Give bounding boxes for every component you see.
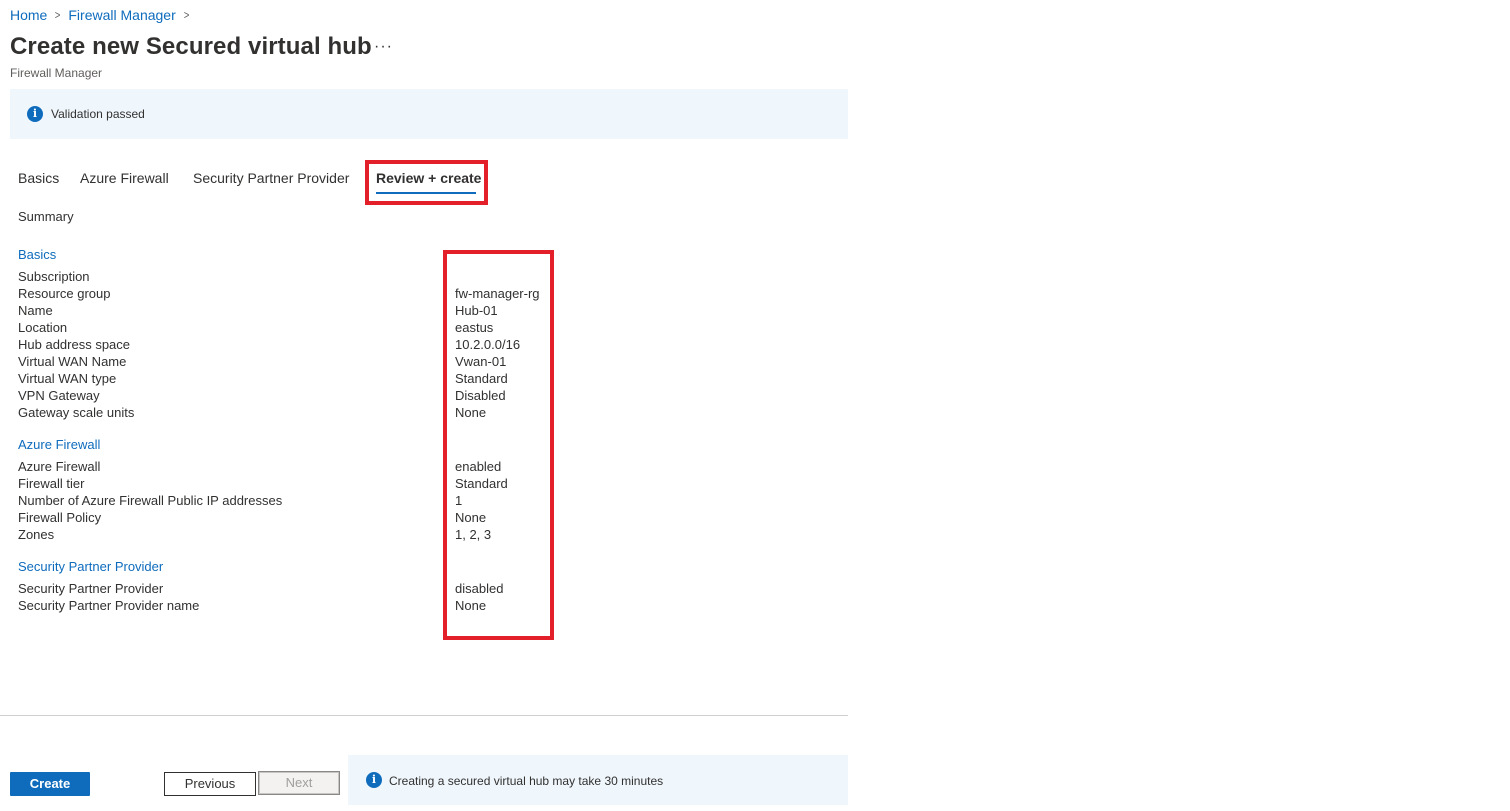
more-options-icon[interactable]: ··· <box>374 38 393 56</box>
label-security-partner-provider: Security Partner Provider <box>18 581 164 596</box>
tab-security-partner-provider[interactable]: Security Partner Provider <box>193 170 349 186</box>
label-azure-firewall: Azure Firewall <box>18 459 101 474</box>
footer-divider <box>0 715 848 716</box>
label-location: Location <box>18 320 68 335</box>
info-icon: i <box>27 106 43 122</box>
label-resource-group: Resource group <box>18 286 111 301</box>
label-firewall-tier: Firewall tier <box>18 476 85 491</box>
label-gateway-scale-units: Gateway scale units <box>18 405 135 420</box>
label-subscription: Subscription <box>18 269 90 284</box>
label-public-ip-count: Number of Azure Firewall Public IP addre… <box>18 493 283 508</box>
section-heading-azure-firewall: Azure Firewall <box>18 437 101 452</box>
label-hub-address-space: Hub address space <box>18 337 131 352</box>
section-heading-security-partner-provider: Security Partner Provider <box>18 559 164 574</box>
next-button: Next <box>258 771 340 795</box>
page-subtitle: Firewall Manager <box>10 66 103 80</box>
info-icon: i <box>366 772 382 788</box>
label-virtual-wan-name: Virtual WAN Name <box>18 354 127 369</box>
validation-text: Validation passed <box>51 107 145 121</box>
label-firewall-policy: Firewall Policy <box>18 510 102 525</box>
page-title: Create new Secured virtual hub <box>10 33 372 60</box>
label-virtual-wan-type: Virtual WAN type <box>18 371 117 386</box>
breadcrumb-home-link[interactable]: Home <box>10 7 47 23</box>
chevron-right-icon: > <box>183 8 190 22</box>
summary-label: Summary <box>18 209 74 224</box>
creation-time-note: i Creating a secured virtual hub may tak… <box>348 755 848 805</box>
chevron-right-icon: > <box>55 8 61 22</box>
label-vpn-gateway: VPN Gateway <box>18 388 100 403</box>
label-zones: Zones <box>18 527 55 542</box>
tab-azure-firewall[interactable]: Azure Firewall <box>80 170 169 186</box>
section-heading-basics: Basics <box>18 247 57 262</box>
tab-highlight-box <box>365 160 488 205</box>
values-highlight-box <box>443 250 554 640</box>
creation-time-text: Creating a secured virtual hub may take … <box>389 774 664 788</box>
tab-basics[interactable]: Basics <box>18 170 59 186</box>
create-button[interactable]: Create <box>10 772 90 796</box>
breadcrumb-firewall-manager-link[interactable]: Firewall Manager <box>68 7 175 23</box>
label-security-partner-provider-name: Security Partner Provider name <box>18 598 200 613</box>
validation-banner: i Validation passed <box>10 89 848 139</box>
previous-button[interactable]: Previous <box>164 772 256 796</box>
breadcrumb: Home > Firewall Manager > <box>10 7 197 23</box>
label-name: Name <box>18 303 53 318</box>
